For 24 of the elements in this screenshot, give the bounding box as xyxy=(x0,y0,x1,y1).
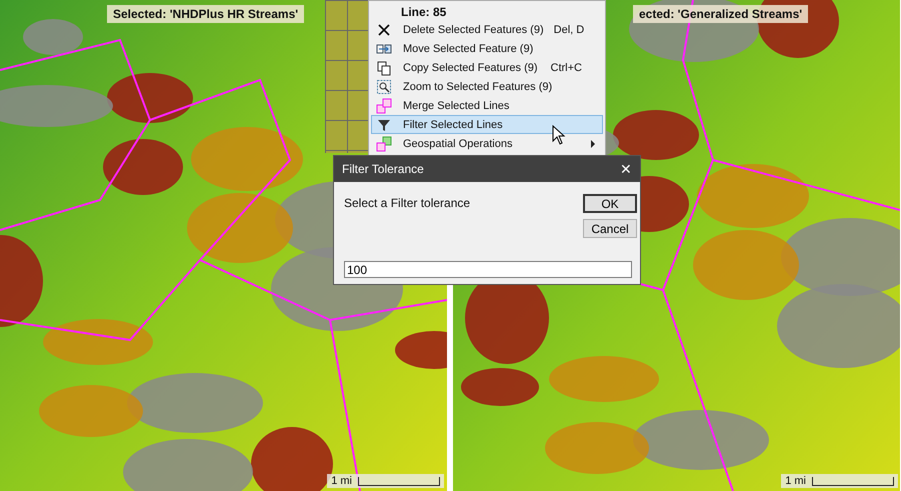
menu-item[interactable]: Zoom to Selected Features (9) xyxy=(371,77,603,96)
layer-label: Selected: 'NHDPlus HR Streams' xyxy=(107,5,304,23)
menu-item[interactable]: Copy Selected Features (9) Ctrl+C xyxy=(371,58,603,77)
zoom-icon xyxy=(376,78,392,94)
menu-item[interactable]: Filter Selected Lines xyxy=(371,115,603,134)
layer-label: ected: 'Generalized Streams' xyxy=(633,5,808,23)
squares-icon xyxy=(376,136,392,152)
scale-bar: 1 mi xyxy=(327,474,444,488)
pointer-cursor-icon xyxy=(552,125,566,145)
dialog-button[interactable]: OK xyxy=(583,194,637,213)
merge-icon xyxy=(376,98,392,114)
scale-bar: 1 mi xyxy=(781,474,898,488)
close-button[interactable]: ✕ xyxy=(620,161,632,177)
menu-item[interactable]: Move Selected Feature (9) xyxy=(371,39,603,58)
menu-item[interactable]: Delete Selected Features (9) Del, D xyxy=(371,20,603,39)
menu-item[interactable]: Merge Selected Lines xyxy=(371,96,603,115)
close-x-icon xyxy=(376,22,392,38)
submenu-arrow-icon xyxy=(591,140,595,148)
prompt-text: Select a Filter tolerance xyxy=(344,195,472,212)
dialog-button[interactable]: Cancel xyxy=(583,219,637,238)
copy-icon xyxy=(376,60,392,76)
tolerance-input-field[interactable]: 100 xyxy=(344,261,632,278)
dialog-title: Filter Tolerance xyxy=(342,162,424,176)
menu-title: Line: 85 xyxy=(400,4,448,20)
